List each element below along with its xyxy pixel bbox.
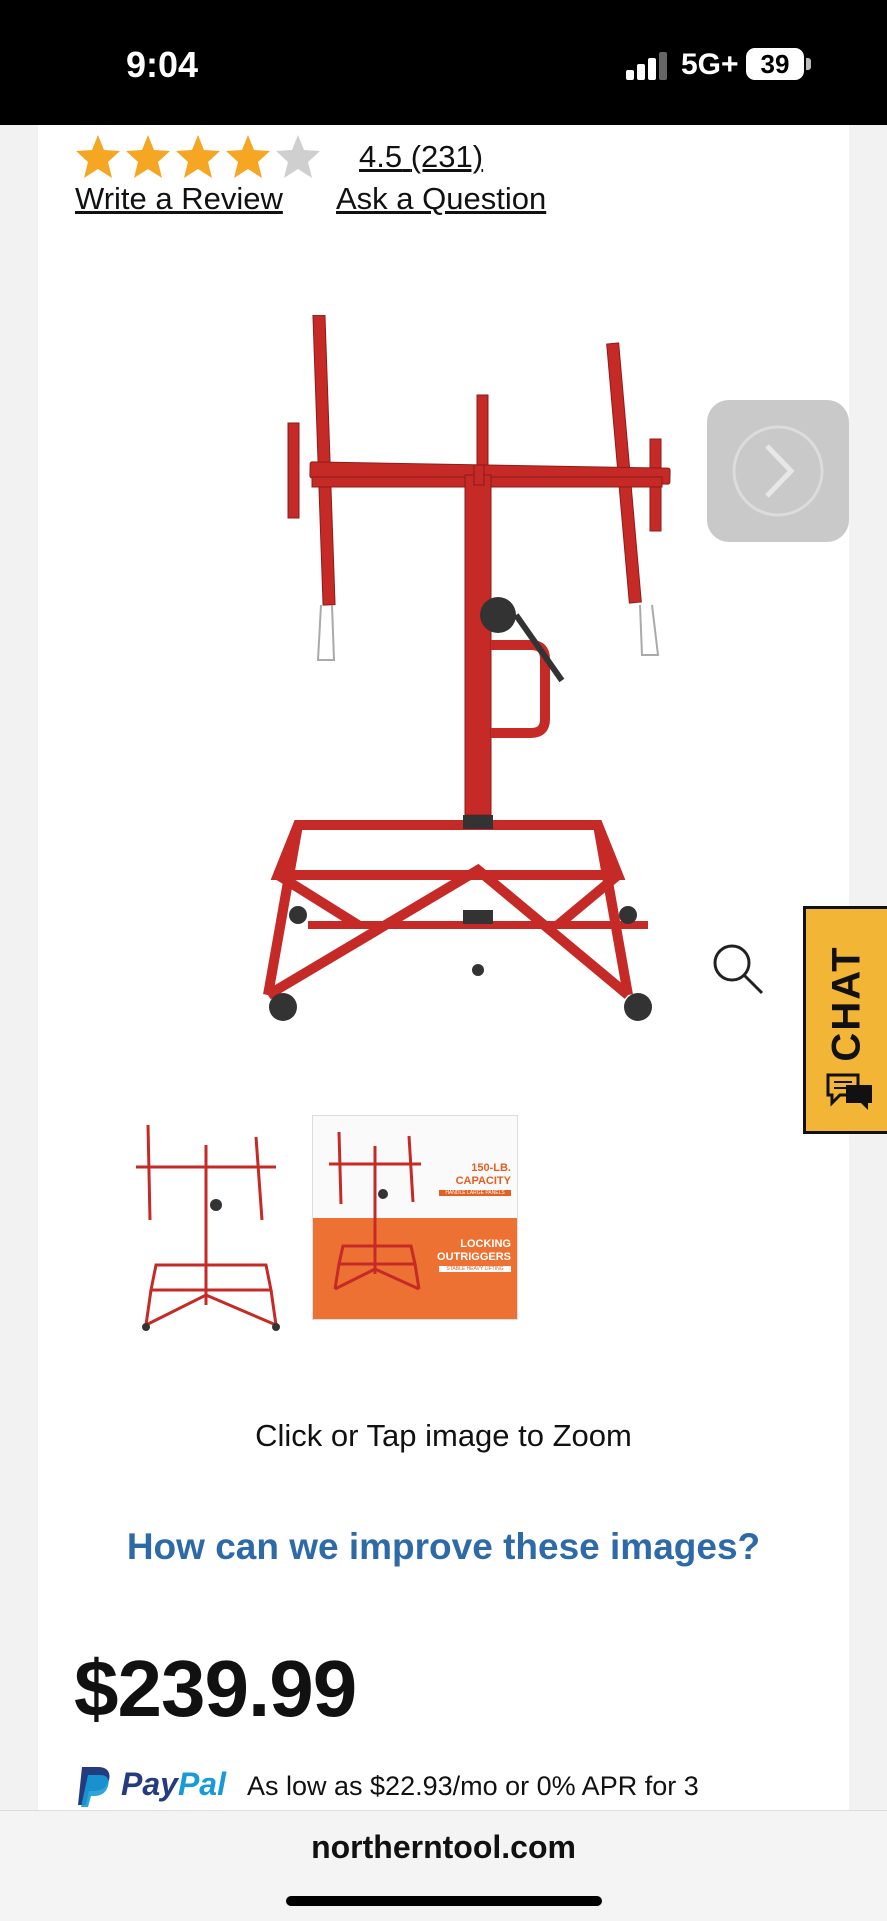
product-price: $239.99 xyxy=(74,1644,357,1733)
rating-count[interactable]: (231) xyxy=(411,139,483,174)
signal-icon xyxy=(626,50,668,80)
chat-tab[interactable]: CHAT xyxy=(803,906,887,1134)
thumbnail-2-lift xyxy=(329,1131,421,1291)
write-review-link[interactable]: Write a Review xyxy=(75,181,283,217)
paypal-icon xyxy=(78,1767,110,1807)
product-page: 4.5 (231) Write a Review Ask a Question xyxy=(38,125,849,1810)
zoom-hint: Click or Tap image to Zoom xyxy=(255,1418,632,1453)
battery-tip xyxy=(806,58,811,70)
status-time: 9:04 xyxy=(126,44,199,85)
browser-address-bar[interactable]: northerntool.com xyxy=(0,1810,887,1921)
network-type: 5G+ xyxy=(681,48,739,81)
home-indicator[interactable] xyxy=(286,1896,602,1906)
battery-icon: 39 xyxy=(746,48,804,80)
thumbnail-2[interactable]: 150-LB. CAPACITY HANDLE LARGE PANELS LOC… xyxy=(312,1115,518,1320)
status-bar: 9:04 5G+ 39 xyxy=(0,0,887,125)
thumbnail-1[interactable] xyxy=(116,1115,326,1365)
chevron-right-icon xyxy=(732,425,824,517)
ask-question-link[interactable]: Ask a Question xyxy=(336,181,546,217)
thumbnail-2-sub1: HANDLE LARGE PANELS xyxy=(439,1190,511,1196)
rating-summary[interactable]: 4.5 (231) xyxy=(359,139,483,175)
star-rating-icon xyxy=(76,135,320,178)
paypal-brand: PayPal xyxy=(121,1766,226,1802)
chat-label: CHAT xyxy=(824,945,869,1062)
thumbnail-2-outriggers: LOCKING OUTRIGGERS xyxy=(437,1238,511,1263)
improve-images-link[interactable]: How can we improve these images? xyxy=(38,1526,849,1568)
thumbnail-2-sub2: STABLE HEAVY LIFTING xyxy=(439,1266,511,1272)
chat-bubbles-icon xyxy=(826,1073,872,1110)
rating-value[interactable]: 4.5 xyxy=(359,139,402,174)
zoom-icon[interactable] xyxy=(710,941,766,997)
carousel-next-button[interactable] xyxy=(707,400,849,542)
browser-domain[interactable]: northerntool.com xyxy=(0,1829,887,1866)
product-main-image[interactable] xyxy=(238,315,678,1175)
paypal-financing[interactable]: As low as $22.93/mo or 0% APR for 3 xyxy=(247,1771,699,1802)
thumbnail-2-capacity: 150-LB. CAPACITY xyxy=(455,1162,511,1187)
